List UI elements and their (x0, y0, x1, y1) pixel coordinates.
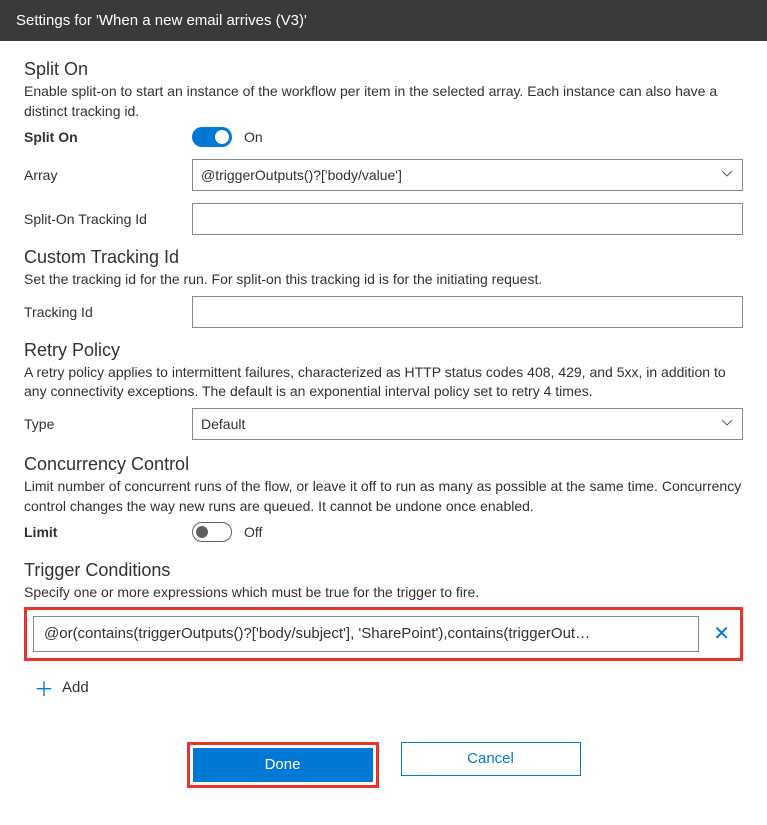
trackingid-label: Tracking Id (24, 304, 192, 320)
trigger-condition-text: @or(contains(triggerOutputs()?['body/sub… (44, 625, 590, 642)
done-button[interactable]: Done (193, 748, 373, 782)
spliton-trackingid-label: Split-On Tracking Id (24, 211, 192, 227)
trigger-title: Trigger Conditions (24, 560, 743, 581)
trigger-condition-input[interactable]: @or(contains(triggerOutputs()?['body/sub… (33, 616, 699, 652)
concurrency-title: Concurrency Control (24, 454, 743, 475)
retry-desc: A retry policy applies to intermittent f… (24, 363, 743, 402)
concurrency-limit-label: Limit (24, 524, 192, 540)
dialog-header: Settings for 'When a new email arrives (… (0, 0, 767, 41)
customtracking-title: Custom Tracking Id (24, 247, 743, 268)
cancel-button[interactable]: Cancel (401, 742, 581, 776)
customtracking-desc: Set the tracking id for the run. For spl… (24, 270, 743, 290)
concurrency-toggle-state: Off (244, 524, 262, 540)
retry-type-label: Type (24, 416, 192, 432)
trackingid-input[interactable] (192, 296, 743, 328)
retry-title: Retry Policy (24, 340, 743, 361)
dialog-title: Settings for 'When a new email arrives (… (16, 12, 307, 29)
spliton-toggle[interactable] (192, 127, 232, 147)
trigger-desc: Specify one or more expressions which mu… (24, 583, 743, 603)
dialog-footer: Done Cancel (24, 742, 743, 788)
dialog-content: Split On Enable split-on to start an ins… (0, 41, 767, 808)
trigger-condition-highlight: @or(contains(triggerOutputs()?['body/sub… (24, 607, 743, 661)
array-label: Array (24, 167, 192, 183)
plus-icon: ＋ (34, 673, 54, 702)
retry-type-select[interactable] (192, 408, 743, 440)
concurrency-toggle[interactable] (192, 522, 232, 542)
spliton-title: Split On (24, 59, 743, 80)
add-label: Add (62, 679, 89, 696)
spliton-desc: Enable split-on to start an instance of … (24, 82, 743, 121)
spliton-toggle-state: On (244, 129, 263, 145)
done-button-highlight: Done (187, 742, 379, 788)
remove-condition-icon[interactable]: ✕ (709, 621, 734, 646)
concurrency-desc: Limit number of concurrent runs of the f… (24, 477, 743, 516)
spliton-toggle-label: Split On (24, 129, 192, 145)
spliton-trackingid-input[interactable] (192, 203, 743, 235)
array-select[interactable] (192, 159, 743, 191)
add-condition-button[interactable]: ＋ Add (34, 673, 743, 702)
